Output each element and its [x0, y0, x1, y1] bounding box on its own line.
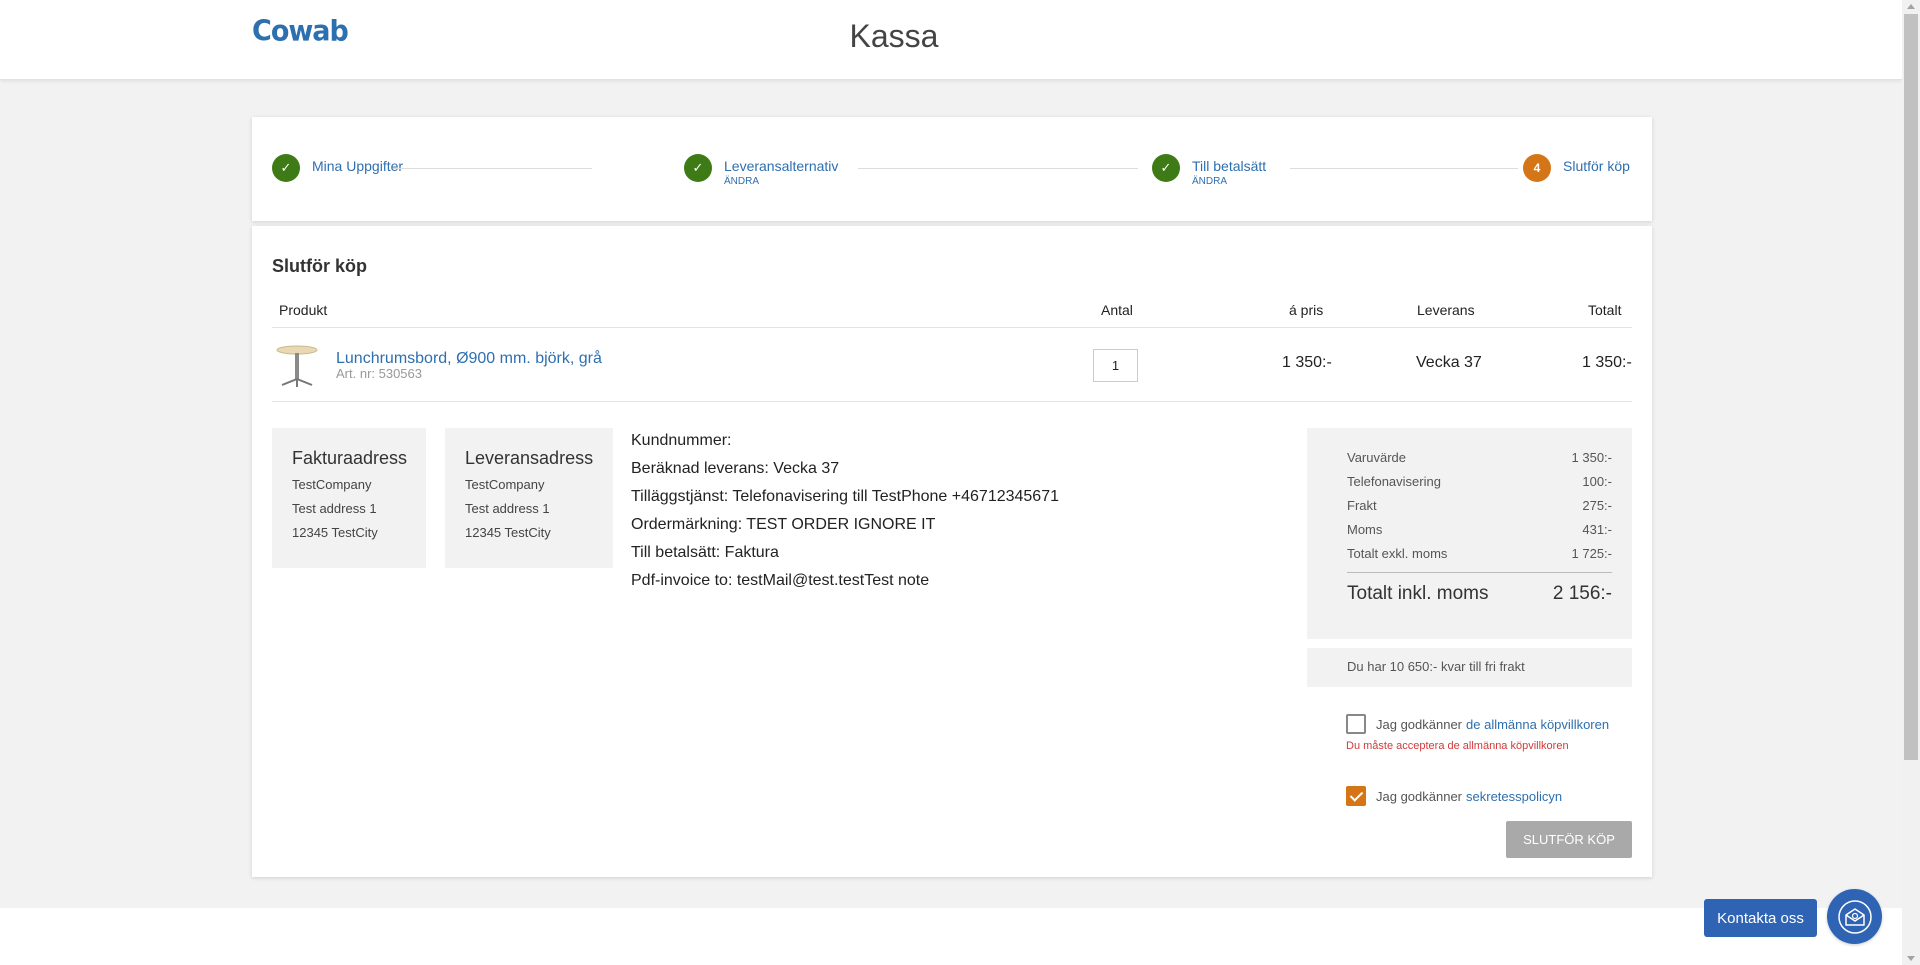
step-label[interactable]: Mina Uppgifter [312, 158, 403, 174]
step-slutfor-kop: 4 Slutför köp [1523, 154, 1630, 182]
step-change-link[interactable]: ÄNDRA [1192, 175, 1266, 189]
section-title: Slutför köp [272, 256, 367, 276]
step-number: 4 [1523, 154, 1551, 182]
step-label[interactable]: Leveransalternativ [724, 158, 838, 174]
summary-value: 1 725:- [1571, 546, 1612, 561]
customer-number: Kundnummer: [631, 432, 732, 449]
summary-label: Telefonavisering [1347, 474, 1441, 489]
step-till-betalsatt[interactable]: ✓ Till betalsätt ÄNDRA [1152, 154, 1266, 189]
summary-total-value: 2 156:- [1552, 583, 1612, 604]
privacy-checkbox[interactable] [1346, 786, 1366, 806]
summary-divider [1347, 572, 1612, 573]
step-label[interactable]: Till betalsätt [1192, 158, 1266, 174]
summary-label: Frakt [1347, 498, 1377, 513]
step-connector [393, 168, 592, 169]
shipping-address-title: Leveransadress [465, 448, 594, 468]
checkout-summary-card: Slutför köp Produkt Antal á pris Leveran… [252, 226, 1652, 877]
mail-icon[interactable] [1827, 889, 1882, 944]
order-summary: Varuvärde 1 350:- Telefonavisering 100:-… [1307, 428, 1632, 639]
summary-row: Totalt exkl. moms 1 725:- [1347, 542, 1612, 566]
checkout-steps: ✓ Mina Uppgifter ✓ Leveransalternativ ÄN… [252, 117, 1652, 221]
estimated-delivery: Beräknad leverans: Vecka 37 [631, 460, 840, 477]
scrollbar-thumb[interactable] [1904, 14, 1918, 760]
billing-street: Test address 1 [292, 501, 377, 516]
summary-label: Totalt exkl. moms [1347, 546, 1448, 561]
complete-purchase-button[interactable]: Slutför köp [1506, 821, 1632, 858]
terms-error-message: Du måste acceptera de allmänna köpvillko… [1346, 740, 1569, 752]
step-connector [858, 168, 1138, 169]
summary-value: 275:- [1582, 498, 1612, 513]
column-header-price: á pris [1289, 302, 1324, 318]
billing-address-box: Fakturaadress TestCompany Test address 1… [272, 428, 426, 568]
summary-row: Varuvärde 1 350:- [1347, 446, 1612, 470]
billing-city: 12345 TestCity [292, 525, 378, 540]
summary-row: Frakt 275:- [1347, 494, 1612, 518]
step-change-link[interactable]: ÄNDRA [724, 175, 838, 189]
terms-checkbox-row[interactable]: Jag godkänner de allmänna köpvillkoren [1346, 714, 1609, 734]
check-icon: ✓ [272, 154, 300, 182]
table-divider [272, 401, 1632, 402]
shipping-city: 12345 TestCity [465, 525, 551, 540]
shipping-company: TestCompany [465, 477, 545, 492]
check-icon: ✓ [1152, 154, 1180, 182]
step-mina-uppgifter[interactable]: ✓ Mina Uppgifter [272, 154, 403, 182]
shipping-address-box: Leveransadress TestCompany Test address … [445, 428, 613, 568]
summary-label: Varuvärde [1347, 450, 1407, 465]
summary-row: Moms 431:- [1347, 518, 1612, 542]
summary-total-label: Totalt inkl. moms [1347, 583, 1489, 604]
product-unit-price: 1 350:- [1282, 354, 1332, 371]
terms-checkbox[interactable] [1346, 714, 1366, 734]
page-scrollbar[interactable] [1902, 0, 1920, 965]
privacy-checkbox-row[interactable]: Jag godkänner sekretesspolicyn [1346, 786, 1562, 806]
summary-value: 431:- [1582, 522, 1612, 537]
step-leveransalternativ[interactable]: ✓ Leveransalternativ ÄNDRA [684, 154, 838, 189]
free-shipping-notice: Du har 10 650:- kvar till fri frakt [1307, 648, 1632, 687]
pdf-invoice: Pdf-invoice to: testMail@test.testTest n… [631, 572, 930, 589]
scroll-up-arrow-icon[interactable] [1907, 4, 1915, 9]
quantity-input[interactable] [1093, 349, 1138, 382]
column-header-delivery: Leverans [1417, 302, 1475, 318]
summary-label: Moms [1347, 522, 1383, 537]
shipping-street: Test address 1 [465, 501, 550, 516]
additional-service: Tilläggstjänst: Telefonavisering till Te… [631, 488, 1059, 505]
step-connector [1290, 168, 1518, 169]
scroll-down-arrow-icon[interactable] [1907, 956, 1915, 961]
column-header-product: Produkt [279, 302, 328, 318]
column-header-qty: Antal [1101, 302, 1133, 318]
order-info: Kundnummer: Beräknad leverans: Vecka 37 … [631, 427, 1059, 595]
step-label: Slutför köp [1563, 158, 1630, 174]
check-icon: ✓ [684, 154, 712, 182]
contact-us-button[interactable]: Kontakta oss [1704, 899, 1817, 937]
product-total: 1 350:- [1582, 354, 1632, 371]
billing-company: TestCompany [292, 477, 372, 492]
page-footer [0, 908, 1902, 965]
page-title: Kassa [849, 18, 939, 54]
site-header: Cowab Kassa [0, 0, 1902, 80]
summary-row: Telefonavisering 100:- [1347, 470, 1612, 494]
terms-label[interactable]: Jag godkänner [1376, 717, 1462, 732]
summary-value: 1 350:- [1571, 450, 1612, 465]
product-table-image[interactable] [276, 344, 318, 388]
summary-value: 100:- [1582, 474, 1612, 489]
table-divider [272, 327, 1632, 328]
product-article-number: Art. nr: 530563 [336, 366, 422, 381]
product-delivery: Vecka 37 [1416, 354, 1482, 371]
column-header-total: Totalt [1588, 302, 1622, 318]
summary-total-row: Totalt inkl. moms 2 156:- [1347, 583, 1612, 605]
terms-link[interactable]: de allmänna köpvillkoren [1466, 717, 1609, 732]
billing-address-title: Fakturaadress [292, 448, 408, 468]
privacy-link[interactable]: sekretesspolicyn [1466, 789, 1562, 804]
order-marking: Ordermärkning: TEST ORDER IGNORE IT [631, 516, 936, 533]
payment-method: Till betalsätt: Faktura [631, 544, 779, 561]
privacy-label[interactable]: Jag godkänner [1376, 789, 1462, 804]
